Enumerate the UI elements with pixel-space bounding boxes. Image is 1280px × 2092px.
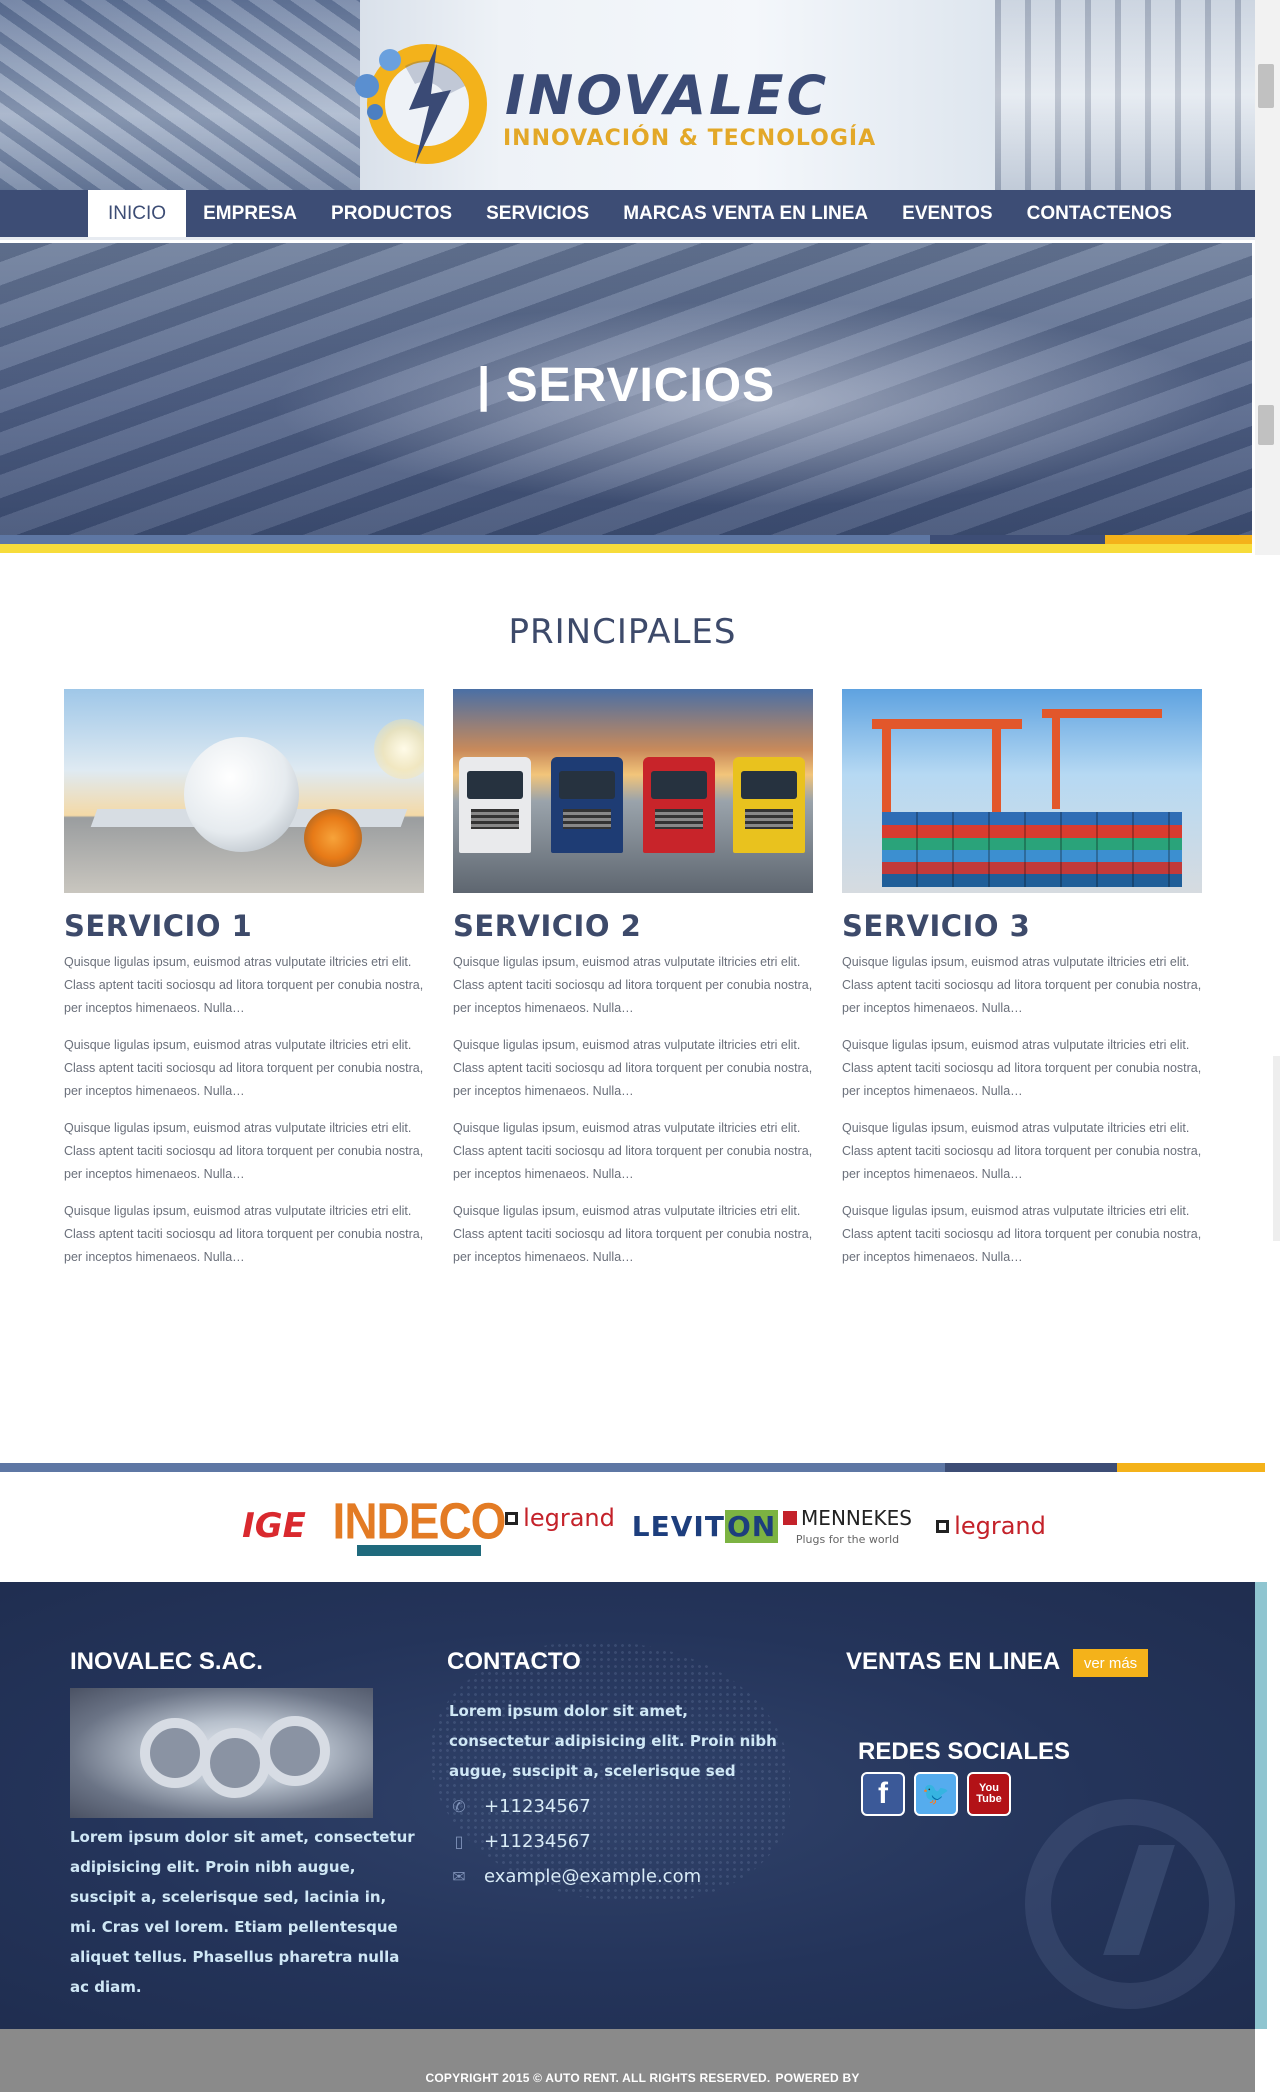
nav-item-marcas-venta-en-linea[interactable]: MARCAS VENTA EN LINEA [606, 190, 885, 237]
service-paragraph: Quisque ligulas ipsum, euismod atras vul… [842, 955, 1202, 1015]
scrollbar-thumb[interactable] [1258, 64, 1274, 108]
service-card-title[interactable]: SERVICIO 2 [453, 909, 813, 943]
service-paragraph: Quisque ligulas ipsum, euismod atras vul… [453, 1038, 813, 1098]
service-card-title[interactable]: SERVICIO 1 [64, 909, 424, 943]
brand-legrand-wordmark: legrand [954, 1512, 1046, 1540]
airplane-photo[interactable] [64, 689, 424, 893]
service-card-title[interactable]: SERVICIO 3 [842, 909, 1202, 943]
brand-logo-ige[interactable]: IGE [228, 1494, 320, 1558]
footer-logo-watermark-icon [1025, 1799, 1235, 2009]
phone-icon: ✆ [452, 1797, 466, 1816]
side-scroll-indicator [1273, 1056, 1280, 1241]
legrand-mark-icon [505, 1511, 519, 1525]
footer-side-bar [1255, 1582, 1267, 2029]
brand-logo-mennekes[interactable]: MENNEKES Plugs for the world [780, 1494, 915, 1558]
footer-sales-title: VENTAS EN LINEA [846, 1648, 1061, 1675]
nav-item-eventos[interactable]: EVENTOS [885, 190, 1009, 237]
port-containers-photo[interactable] [842, 689, 1202, 893]
service-paragraph: Quisque ligulas ipsum, euismod atras vul… [842, 1038, 1202, 1098]
nav-item-productos[interactable]: PRODUCTOS [314, 190, 469, 237]
brand-logo-indeco[interactable]: INDECO [333, 1494, 506, 1558]
footer-phone[interactable]: ✆ +11234567 [450, 1796, 591, 1817]
footer-contact-title: CONTACTO [447, 1648, 581, 1675]
brand-leviton-wordmark: LEVIT [631, 1509, 725, 1543]
brand-indeco-wordmark: INDECO [332, 1491, 507, 1550]
page-scrollbar[interactable] [1255, 0, 1280, 555]
scrollbar-thumb-secondary[interactable] [1258, 405, 1274, 445]
envelope-icon: ✉ [452, 1867, 466, 1886]
brand-logo-legrand[interactable]: legrand [505, 1486, 615, 1550]
brand-logo-leviton[interactable]: LEVIT ON [632, 1494, 779, 1558]
brand-mennekes-wordmark: MENNEKES [801, 1506, 912, 1530]
footer-contact-text: Lorem ipsum dolor sit amet, consectetur … [449, 1702, 777, 1780]
service-paragraph: Quisque ligulas ipsum, euismod atras vul… [64, 1121, 424, 1181]
ver-mas-button[interactable]: ver más [1073, 1649, 1148, 1677]
brand-mennekes-tagline: Plugs for the world [795, 1533, 900, 1546]
facebook-icon[interactable]: f [861, 1772, 905, 1816]
brand-logo-legrand-2[interactable]: legrand [936, 1494, 1046, 1558]
footer-mobile[interactable]: ▯ +11234567 [450, 1831, 591, 1852]
footer-company-title: INOVALEC S.AC. [70, 1648, 263, 1675]
header-industrial-photo-left [0, 0, 360, 190]
service-card-1[interactable]: SERVICIO 1 Quisque ligulas ipsum, euismo… [64, 689, 424, 1283]
footer-email[interactable]: ✉ example@example.com [450, 1866, 701, 1887]
footer-machinery-photo [70, 1688, 373, 1818]
legrand-mark-icon [936, 1519, 950, 1533]
mennekes-mark-icon [783, 1511, 798, 1525]
footer-social-title: REDES SOCIALES [858, 1738, 1071, 1765]
site-header: INOVALEC INNOVACIÓN & TECNOLOGÍA [0, 0, 1255, 190]
hero-title: | SERVICIOS [476, 359, 776, 412]
service-card-text: Quisque ligulas ipsum, euismod atras vul… [453, 951, 813, 1269]
principales-title: PRINCIPALES [508, 612, 737, 652]
copyright-text: COPYRIGHT 2015 © AUTO RENT. ALL RIGHTS R… [425, 2071, 771, 2085]
logo-wordmark: INOVALEC [505, 64, 830, 127]
header-industrial-photo-right [995, 0, 1255, 190]
nav-item-empresa[interactable]: EMPRESA [186, 190, 314, 237]
service-paragraph: Quisque ligulas ipsum, euismod atras vul… [842, 1204, 1202, 1264]
brand-legrand-wordmark: legrand [523, 1504, 615, 1532]
service-paragraph: Quisque ligulas ipsum, euismod atras vul… [64, 1204, 424, 1264]
service-paragraph: Quisque ligulas ipsum, euismod atras vul… [64, 1038, 424, 1098]
logo-tagline: INNOVACIÓN & TECNOLOGÍA [503, 126, 877, 151]
site-logo[interactable]: INOVALEC INNOVACIÓN & TECNOLOGÍA [345, 26, 905, 176]
service-paragraph: Quisque ligulas ipsum, euismod atras vul… [453, 1204, 813, 1264]
service-paragraph: Quisque ligulas ipsum, euismod atras vul… [453, 955, 813, 1015]
service-card-text: Quisque ligulas ipsum, euismod atras vul… [842, 951, 1202, 1269]
logo-emblem-icon [355, 44, 487, 164]
brands-strip: IGE INDECO legrand LEVIT ON MENNEKES Plug… [0, 1472, 1255, 1582]
service-paragraph: Quisque ligulas ipsum, euismod atras vul… [842, 1121, 1202, 1181]
youtube-icon[interactable]: You Tube [967, 1772, 1011, 1816]
hero-accent-bars [0, 535, 1252, 553]
service-card-3[interactable]: SERVICIO 3 Quisque ligulas ipsum, euismo… [842, 689, 1202, 1283]
trucks-photo[interactable] [453, 689, 813, 893]
service-card-2[interactable]: SERVICIO 2 Quisque ligulas ipsum, euismo… [453, 689, 813, 1283]
mobile-icon: ▯ [454, 1832, 464, 1851]
service-paragraph: Quisque ligulas ipsum, euismod atras vul… [64, 955, 424, 1015]
twitter-icon[interactable]: 🐦 [914, 1772, 958, 1816]
main-navigation: INICIO EMPRESA PRODUCTOS SERVICIOS MARCA… [0, 190, 1255, 240]
service-card-text: Quisque ligulas ipsum, euismod atras vul… [64, 951, 424, 1269]
nav-item-inicio[interactable]: INICIO [88, 190, 187, 237]
footer-company-text: Lorem ipsum dolor sit amet, consectetur … [70, 1828, 415, 1996]
service-paragraph: Quisque ligulas ipsum, euismod atras vul… [453, 1121, 813, 1181]
hero-banner: | SERVICIOS [0, 243, 1252, 535]
brands-accent-bars [0, 1463, 1265, 1472]
footer-phone-number: +11234567 [484, 1796, 591, 1817]
nav-item-contactenos[interactable]: CONTACTENOS [1010, 190, 1189, 237]
powered-by-text: POWERED BY [775, 2071, 860, 2085]
brand-leviton-highlight: ON [724, 1509, 779, 1543]
site-footer: INOVALEC S.AC. Lorem ipsum dolor sit ame… [0, 1582, 1255, 2029]
footer-email-address: example@example.com [484, 1866, 702, 1887]
footer-mobile-number: +11234567 [484, 1831, 591, 1852]
nav-item-servicios[interactable]: SERVICIOS [469, 190, 606, 237]
copyright-bar: COPYRIGHT 2015 © AUTO RENT. ALL RIGHTS R… [0, 2029, 1255, 2092]
